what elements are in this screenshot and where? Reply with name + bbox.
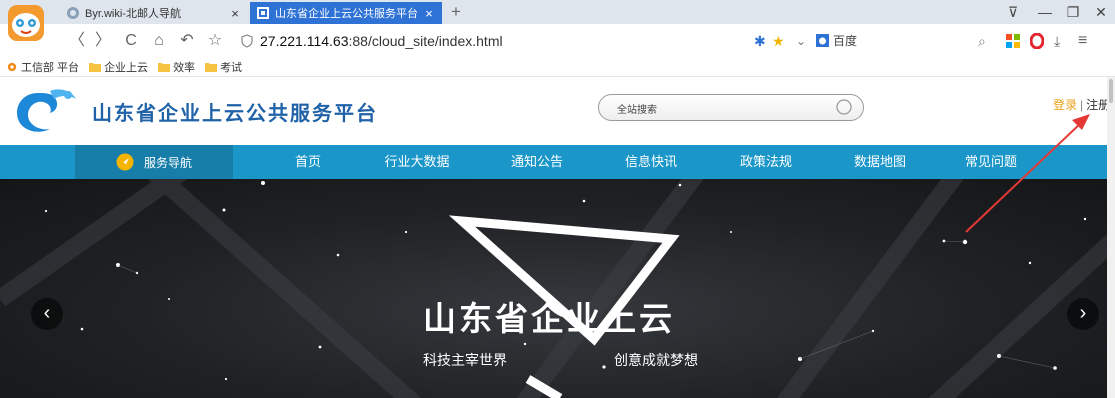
auth-links: 登录 | 注册 [1053,96,1110,113]
new-tab-button[interactable]: + [446,2,466,22]
url-host: 27.221.114.63 [260,32,349,49]
reload-button[interactable]: C [120,30,142,52]
minimize-button[interactable]: — [1034,2,1056,22]
nav-item-policy[interactable]: 政策法规 [726,145,806,179]
favorite-icon[interactable]: ★ [772,30,785,52]
scrollbar-thumb[interactable] [1109,79,1113,103]
page-scrollbar[interactable] [1107,77,1115,398]
globe-favicon-icon [67,7,79,19]
cloud-logo-icon[interactable] [10,83,82,139]
nav-item-home[interactable]: 首页 [268,145,348,179]
home-button[interactable]: ⌂ [148,30,170,52]
login-link[interactable]: 登录 [1053,98,1077,112]
back-button[interactable]: 〈 [66,30,88,52]
folder-icon [158,62,171,72]
bookmark-label: 考试 [220,61,243,74]
main-navigation: 服务导航 首页 行业大数据 通知公告 信息快讯 政策法规 数据地图 常见问题 [0,145,1115,179]
site-name: 山东省企业上云公共服务平台 [92,103,378,125]
baidu-icon [816,34,829,47]
tab-byr-wiki[interactable]: Byr.wiki-北邮人导航 × [60,2,248,24]
bookmark-label: 效率 [173,61,196,74]
hero-title: 山东省企业上云 [423,300,675,337]
extension-icon[interactable]: ✱ [754,30,766,52]
nav-item-notices[interactable]: 通知公告 [497,145,577,179]
bookmark-item[interactable]: 企业上云 [89,59,148,75]
bookmark-star-button[interactable]: ☆ [204,30,226,52]
menu-icon[interactable]: ≡ [1078,30,1087,52]
nav-item-news[interactable]: 信息快讯 [611,145,691,179]
bookmark-label: 工信部 平台 [21,61,80,74]
tab-label: Byr.wiki-北邮人导航 [85,8,181,20]
carousel-next-button[interactable]: › [1067,298,1099,330]
address-bar-row: 〈 〉 C ⌂ ↶ ☆ 27.221.114.63:88/cloud_site/… [0,24,1115,57]
orange-logo-icon [7,62,17,71]
url-text: 27.221.114.63:88/cloud_site/index.html [260,33,503,49]
service-nav-button[interactable]: 服务导航 [75,145,233,179]
site-search-input[interactable]: 全站搜索 [598,94,864,121]
hero-subtitle-left: 科技主宰世界 [423,352,507,368]
nav-item-data-map[interactable]: 数据地图 [840,145,920,179]
forward-button[interactable]: 〉 [92,30,114,52]
nav-item-industry-data[interactable]: 行业大数据 [377,145,457,179]
folder-icon [89,62,102,72]
bookmarks-bar: 工信部 平台 企业上云 效率 考试 [0,57,1115,77]
site-favicon-icon [257,7,269,19]
hero-subtitle-right: 创意成就梦想 [614,352,698,368]
search-icon[interactable] [835,98,855,118]
service-nav-label: 服务导航 [143,155,192,170]
search-icon[interactable]: ⌕ [978,30,986,52]
carousel-prev-button[interactable]: ‹ [31,298,63,330]
tab-close-icon[interactable]: × [228,6,242,21]
tab-label: 山东省企业上云公共服务平台 [275,8,418,20]
address-dropdown-icon[interactable]: ⌄ [796,30,806,52]
apps-grid-icon[interactable] [1006,34,1020,48]
nav-item-faq[interactable]: 常见问题 [951,145,1031,179]
bookmark-item[interactable]: 工信部 平台 [6,59,79,75]
opera-icon[interactable] [1030,33,1044,49]
site-search-placeholder: 全站搜索 [617,105,657,116]
bookmark-item[interactable]: 考试 [205,59,242,75]
download-icon[interactable]: ⤓ [1054,30,1060,52]
auth-separator: | [1080,98,1084,112]
site-header: 山东省企业上云公共服务平台 全站搜索 登录 | 注册 [0,77,1115,145]
maximize-button[interactable]: ❐ [1062,2,1084,22]
tab-cloud-platform[interactable]: 山东省企业上云公共服务平台 × [250,2,442,24]
hero-banner: 山东省企业上云 科技主宰世界 创意成就梦想 ‹ › [0,179,1115,398]
bookmark-item[interactable]: 效率 [158,59,195,75]
folder-icon [205,62,218,72]
navigation-arrow-icon [116,153,134,171]
restore-tabs-icon[interactable]: ⊽ [1002,2,1024,22]
starfield-background [0,179,1115,398]
search-engine-label: 百度 [833,34,858,48]
close-window-button[interactable]: ✕ [1090,2,1112,22]
bookmark-label: 企业上云 [104,61,149,74]
tab-close-icon[interactable]: × [422,6,436,21]
browser-logo-icon[interactable] [6,1,46,47]
url-path: :88/cloud_site/index.html [348,32,503,49]
browser-tab-strip: Byr.wiki-北邮人导航 × 山东省企业上云公共服务平台 × + ⊽ — ❐… [0,0,1115,24]
shield-icon [241,33,253,48]
undo-close-button[interactable]: ↶ [176,30,198,52]
